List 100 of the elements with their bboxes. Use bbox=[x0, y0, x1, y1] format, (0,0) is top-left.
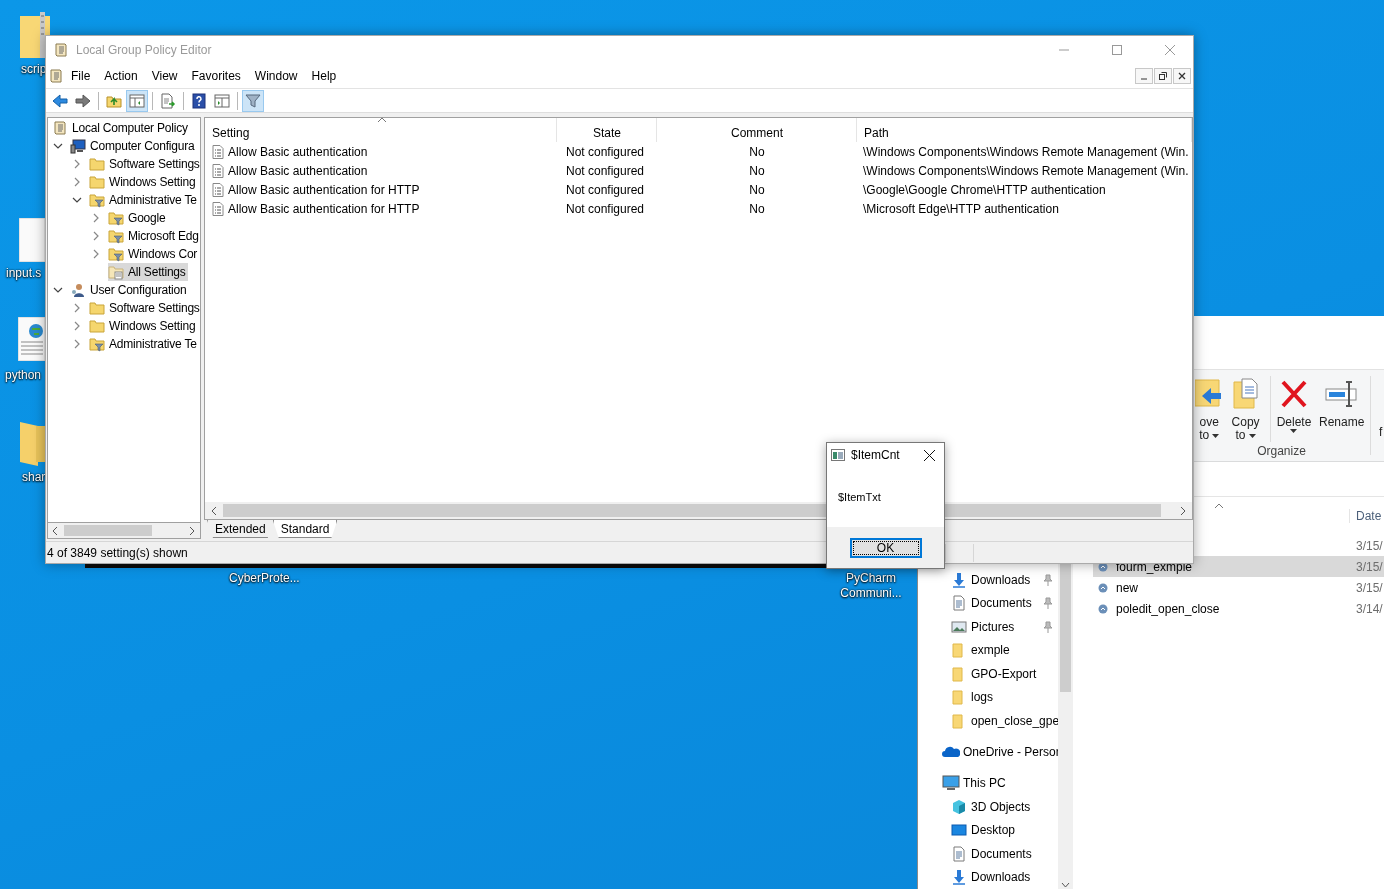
ribbon-button[interactable]: Copy to bbox=[1229, 376, 1262, 444]
nav-item[interactable]: Downloads bbox=[951, 571, 1031, 588]
nav-item[interactable]: logs bbox=[951, 689, 993, 706]
desktop-icon-label[interactable]: scrip bbox=[21, 62, 47, 77]
tree-item[interactable]: Software Settings bbox=[89, 299, 200, 317]
table-cell-text: \Microsoft Edge\HTTP authentication bbox=[862, 201, 1060, 216]
file-name: new bbox=[1116, 580, 1138, 595]
table-cell-text: Not configured bbox=[565, 163, 646, 178]
folder-icon bbox=[20, 420, 45, 466]
cloud-icon bbox=[942, 744, 960, 760]
table-cell-text: No bbox=[748, 163, 766, 178]
nav-item[interactable]: Pictures bbox=[951, 618, 1015, 635]
tree-item[interactable]: Computer Configura bbox=[70, 137, 197, 155]
desktop-icon bbox=[951, 822, 967, 839]
scroll-left-icon[interactable] bbox=[51, 525, 59, 536]
delete-icon bbox=[1280, 378, 1308, 410]
ribbon-button[interactable]: ove to bbox=[1193, 376, 1226, 444]
nav-item[interactable]: Downloads bbox=[951, 869, 1031, 886]
menu-item[interactable]: View bbox=[144, 66, 185, 86]
column-header[interactable]: Date bbox=[1349, 509, 1382, 523]
menu-item[interactable]: Action bbox=[97, 66, 145, 86]
user-icon bbox=[70, 282, 86, 298]
document-icon bbox=[951, 845, 967, 862]
table-cell: Allow Basic authentication bbox=[228, 144, 368, 159]
file-icon bbox=[1098, 603, 1108, 614]
zip-folder-icon bbox=[20, 12, 50, 58]
pin-icon[interactable] bbox=[1043, 597, 1053, 610]
scrollbar[interactable] bbox=[47, 522, 201, 539]
tree-item[interactable]: User Configuration bbox=[70, 281, 189, 299]
scroll-icon bbox=[53, 42, 69, 58]
scroll-down-icon[interactable] bbox=[1061, 882, 1070, 888]
tree-item[interactable]: Windows Cor bbox=[108, 245, 200, 263]
computer-icon bbox=[70, 138, 86, 154]
file-date: 3/15/ bbox=[1356, 559, 1383, 574]
tree-item[interactable]: Google bbox=[108, 209, 168, 227]
file-name: fourm_exmple bbox=[1116, 559, 1193, 574]
nav-item[interactable]: OneDrive - Persor bbox=[942, 744, 1060, 760]
help-icon bbox=[191, 92, 207, 109]
nav-item[interactable]: Desktop bbox=[951, 822, 1016, 839]
setting-icon bbox=[212, 201, 224, 216]
tree-item[interactable]: Windows Setting bbox=[89, 317, 198, 335]
filter-icon bbox=[245, 92, 261, 109]
export-list-icon bbox=[160, 92, 176, 109]
menu-item[interactable]: File bbox=[64, 66, 98, 86]
setting-icon bbox=[212, 163, 224, 178]
menu-item[interactable]: Help bbox=[304, 66, 344, 86]
download-icon bbox=[951, 869, 967, 886]
scroll-left-icon[interactable] bbox=[210, 505, 218, 516]
tree-item[interactable]: All Settings bbox=[108, 263, 188, 281]
close-icon bbox=[1178, 72, 1186, 80]
setting-icon bbox=[212, 144, 224, 159]
folder-icon bbox=[89, 174, 105, 190]
nav-item[interactable]: Documents bbox=[951, 595, 1032, 612]
nav-item[interactable]: GPO-Export bbox=[951, 665, 1037, 682]
tree-item[interactable]: Windows Setting bbox=[89, 173, 198, 191]
window-icon bbox=[214, 92, 230, 109]
window-icon bbox=[831, 449, 845, 461]
folder-document-icon bbox=[1231, 378, 1260, 410]
scrollbar[interactable] bbox=[1058, 564, 1073, 889]
table-cell-text: No bbox=[748, 182, 766, 197]
table-cell: Allow Basic authentication for HTTP bbox=[228, 201, 420, 216]
nav-item[interactable]: open_close_gpe bbox=[951, 712, 1060, 729]
tree-item[interactable]: Local Computer Policy bbox=[52, 119, 190, 137]
ribbon-button[interactable]: Delete bbox=[1274, 376, 1314, 435]
scroll-right-icon[interactable] bbox=[188, 525, 196, 536]
ok-button[interactable]: OK bbox=[849, 537, 922, 558]
file-date: 3/15/ bbox=[1356, 580, 1383, 595]
pin-icon[interactable] bbox=[1043, 620, 1053, 633]
file-date: 3/15/ bbox=[1356, 538, 1383, 553]
tab[interactable]: Standard bbox=[272, 520, 338, 538]
back-arrow-icon bbox=[52, 92, 68, 109]
ribbon-button[interactable]: Rename bbox=[1317, 376, 1366, 431]
ribbon-button[interactable]: f bbox=[1379, 425, 1383, 461]
tree-item[interactable]: Microsoft Edg bbox=[108, 227, 200, 245]
nav-item[interactable]: Documents bbox=[951, 845, 1032, 862]
folder-list-icon bbox=[108, 264, 124, 280]
file-icon bbox=[1098, 582, 1108, 593]
table-cell-text: Not configured bbox=[565, 144, 646, 159]
restore-button[interactable] bbox=[1154, 68, 1172, 84]
nav-item[interactable]: 3D Objects bbox=[951, 798, 1031, 815]
menu-item[interactable]: Window bbox=[247, 66, 305, 86]
tree-item[interactable]: Software Settings bbox=[89, 155, 200, 173]
tree-item[interactable]: Administrative Te bbox=[89, 335, 199, 353]
cube-icon bbox=[951, 798, 967, 815]
ribbon-group-label: Organize bbox=[1256, 444, 1307, 460]
nav-item[interactable]: This PC bbox=[942, 775, 1006, 792]
document-icon bbox=[951, 595, 967, 612]
setting-icon bbox=[212, 182, 224, 197]
scroll-right-icon[interactable] bbox=[1179, 505, 1187, 516]
menu-item[interactable]: Favorites bbox=[184, 66, 248, 86]
table-cell: Allow Basic authentication bbox=[228, 163, 368, 178]
tree-item[interactable]: Administrative Te bbox=[89, 191, 199, 209]
pin-icon[interactable] bbox=[1043, 573, 1053, 586]
file-name: poledit_open_close bbox=[1116, 601, 1220, 616]
table-cell: Allow Basic authentication for HTTP bbox=[228, 182, 420, 197]
window-title: Local Group Policy Editor bbox=[76, 43, 213, 57]
nav-item[interactable]: exmple bbox=[951, 642, 1010, 659]
table-cell-text: No bbox=[748, 201, 766, 216]
table-cell-text: \Windows Components\Windows Remote Management (Win. bbox=[862, 163, 1190, 178]
close-button[interactable] bbox=[1173, 68, 1191, 84]
